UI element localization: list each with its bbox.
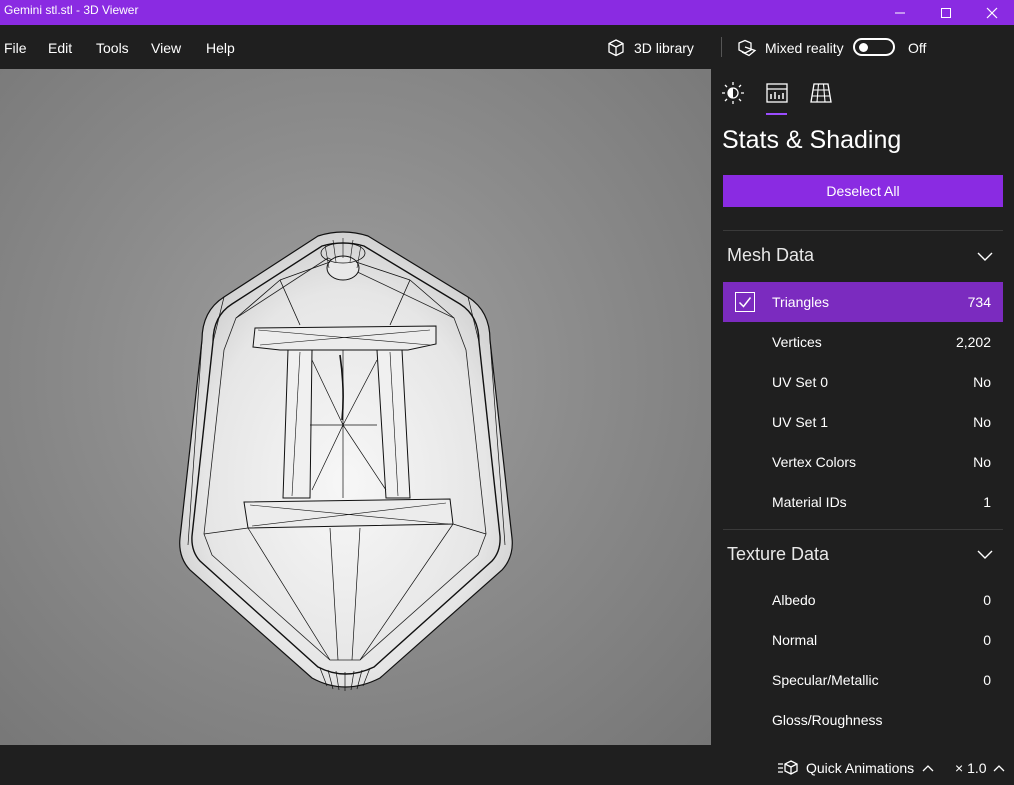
maximize-icon — [941, 7, 951, 18]
close-button[interactable] — [969, 0, 1014, 25]
mixed-reality-label: Mixed reality — [765, 40, 844, 56]
close-icon — [986, 7, 998, 18]
section-divider — [723, 230, 1003, 231]
menu-view[interactable]: View — [151, 40, 181, 56]
mixed-reality-button[interactable]: Mixed reality — [737, 37, 844, 59]
row-value: No — [973, 454, 991, 470]
row-label: Specular/Metallic — [772, 672, 879, 688]
3d-viewport[interactable] — [0, 69, 711, 745]
animation-speed-label: × 1.0 — [955, 760, 987, 776]
checkmark-icon — [738, 297, 752, 308]
menu-help[interactable]: Help — [206, 40, 235, 56]
row-label: Material IDs — [772, 494, 847, 510]
animation-speed-button[interactable]: × 1.0 — [955, 760, 1005, 776]
texture-row-normal: Normal 0 — [723, 620, 1003, 660]
stats-panel: Stats & Shading Deselect All Mesh Data T… — [711, 69, 1014, 745]
deselect-all-button[interactable]: Deselect All — [723, 175, 1003, 207]
chevron-down-icon[interactable] — [977, 550, 993, 560]
quick-animations-button[interactable]: Quick Animations — [778, 760, 934, 776]
mesh-row-material-ids: Material IDs 1 — [723, 482, 1003, 522]
row-value: No — [973, 414, 991, 430]
quick-animations-icon — [778, 760, 798, 775]
chevron-up-icon — [922, 765, 934, 772]
row-value: 0 — [983, 592, 991, 608]
menu-tools[interactable]: Tools — [96, 40, 129, 56]
minimize-button[interactable] — [877, 0, 923, 25]
mesh-row-vertices: Vertices 2,202 — [723, 322, 1003, 362]
row-value: 0 — [983, 672, 991, 688]
row-label: Normal — [772, 632, 818, 648]
window-title: Gemini stl.stl - 3D Viewer — [4, 3, 139, 17]
texture-data-header[interactable]: Texture Data — [727, 544, 829, 565]
mesh-data-header[interactable]: Mesh Data — [727, 245, 814, 266]
row-label: UV Set 0 — [772, 374, 829, 390]
row-label: Gloss/Roughness — [772, 712, 883, 728]
menu-edit[interactable]: Edit — [48, 40, 72, 56]
grid-icon — [810, 83, 832, 103]
texture-row-albedo: Albedo 0 — [723, 580, 1003, 620]
mesh-row-uv-set-1: UV Set 1 No — [723, 402, 1003, 442]
section-divider — [723, 529, 1003, 530]
mixed-reality-state: Off — [908, 40, 927, 56]
stats-icon — [766, 83, 788, 103]
chevron-down-icon[interactable] — [977, 252, 993, 262]
minimize-icon — [895, 12, 905, 13]
row-label: Triangles — [772, 294, 830, 310]
maximize-button[interactable] — [923, 0, 969, 25]
title-bar: Gemini stl.stl - 3D Viewer — [0, 0, 1014, 25]
row-value: 2,202 — [955, 334, 991, 350]
mesh-row-triangles[interactable]: Triangles 734 — [723, 282, 1003, 322]
row-value: 0 — [983, 632, 991, 648]
active-tab-indicator — [766, 113, 787, 115]
mixed-reality-icon — [738, 39, 757, 57]
row-value: 1 — [983, 494, 991, 510]
quick-animations-label: Quick Animations — [806, 760, 915, 776]
3d-library-button[interactable]: 3D library — [606, 37, 694, 59]
texture-row-specular-metallic: Specular/Metallic 0 — [723, 660, 1003, 700]
row-label: Albedo — [772, 592, 816, 608]
texture-row-gloss-roughness: Gloss/Roughness — [723, 700, 1003, 740]
3d-library-label: 3D library — [634, 40, 694, 56]
status-bar: Quick Animations × 1.0 — [0, 745, 1014, 785]
toolbar-divider — [721, 37, 722, 57]
3d-model — [179, 231, 513, 691]
panel-title: Stats & Shading — [722, 126, 902, 154]
mesh-row-vertex-colors: Vertex Colors No — [723, 442, 1003, 482]
menu-file[interactable]: File — [4, 40, 27, 56]
triangles-checkbox[interactable] — [735, 292, 755, 312]
tab-lighting[interactable] — [721, 81, 745, 105]
row-value: No — [973, 374, 991, 390]
tab-grid[interactable] — [809, 81, 833, 105]
tab-stats[interactable] — [765, 81, 789, 105]
lighting-icon — [722, 82, 744, 104]
row-value: 734 — [967, 294, 991, 310]
mesh-row-uv-set-0: UV Set 0 No — [723, 362, 1003, 402]
chevron-up-icon — [993, 765, 1004, 772]
mixed-reality-toggle[interactable] — [853, 38, 895, 56]
row-label: Vertices — [772, 334, 822, 350]
row-label: Vertex Colors — [772, 454, 857, 470]
cube-icon — [608, 39, 624, 57]
row-label: UV Set 1 — [772, 414, 829, 430]
